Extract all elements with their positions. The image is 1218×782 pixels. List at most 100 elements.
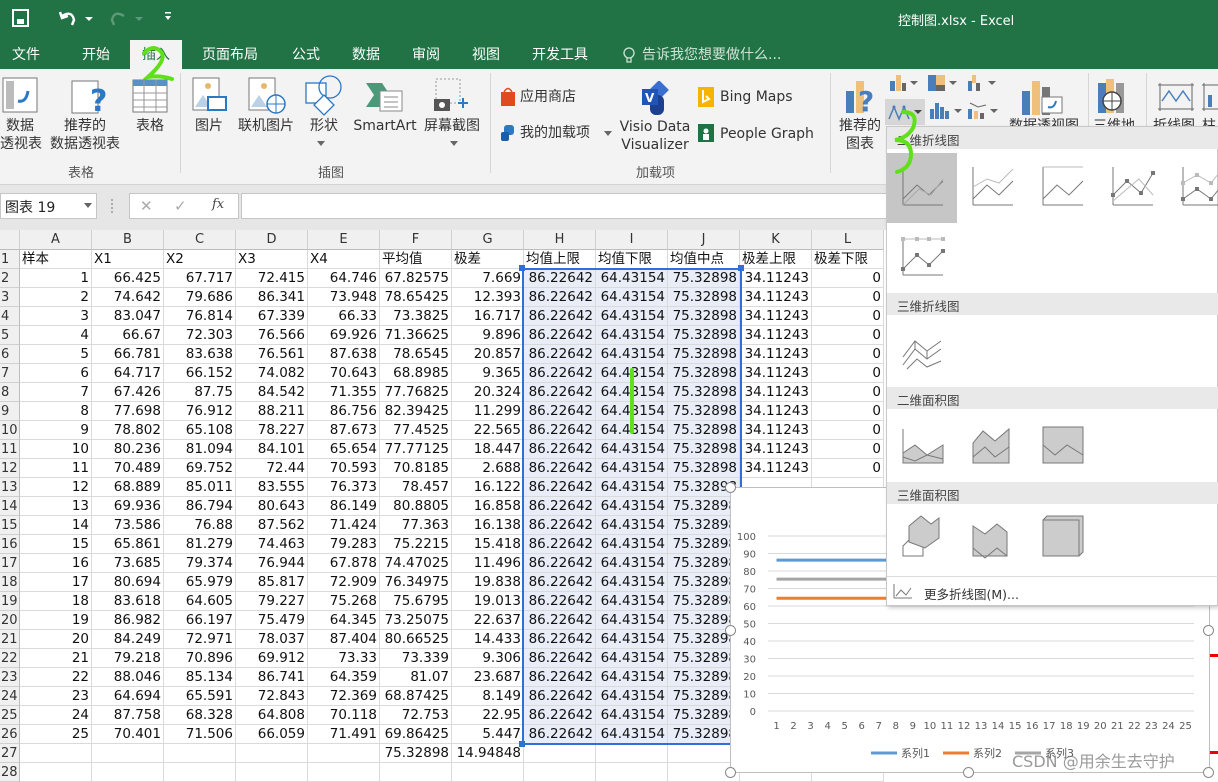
- table-cell[interactable]: 65.591: [164, 687, 236, 706]
- pictures-button[interactable]: 图片: [188, 117, 230, 135]
- table-cell[interactable]: 64.345: [308, 611, 380, 630]
- row-header[interactable]: 15: [0, 516, 20, 535]
- shapes-button[interactable]: 形状: [304, 117, 344, 135]
- table-cell[interactable]: 86.794: [164, 497, 236, 516]
- table-cell[interactable]: 64.43154: [596, 288, 668, 307]
- row-header[interactable]: 12: [0, 459, 20, 478]
- table-cell[interactable]: 64.746: [308, 269, 380, 288]
- table-cell[interactable]: 71.36625: [380, 326, 452, 345]
- table-cell[interactable]: 64.43154: [596, 326, 668, 345]
- table-cell[interactable]: 75.32898: [668, 402, 740, 421]
- table-cell[interactable]: 16.858: [452, 497, 524, 516]
- table-cell[interactable]: 66.152: [164, 364, 236, 383]
- table-cell[interactable]: 0: [812, 326, 884, 345]
- table-cell[interactable]: 79.283: [308, 535, 380, 554]
- table-cell[interactable]: 78.802: [92, 421, 164, 440]
- table-cell[interactable]: 72.753: [380, 706, 452, 725]
- header-cell[interactable]: 均值下限: [596, 250, 668, 269]
- table-cell[interactable]: 0: [812, 288, 884, 307]
- table-cell[interactable]: 76.944: [236, 554, 308, 573]
- more-line-charts-item[interactable]: 更多折线图(M)...: [887, 579, 1218, 605]
- table-cell[interactable]: 78.227: [236, 421, 308, 440]
- table-cell[interactable]: 75.32898: [668, 440, 740, 459]
- table-cell[interactable]: 86.22642: [524, 307, 596, 326]
- table-cell[interactable]: 66.33: [308, 307, 380, 326]
- table-cell[interactable]: 86.22642: [524, 478, 596, 497]
- table-cell[interactable]: 84.542: [236, 383, 308, 402]
- tab-data[interactable]: 数据: [352, 44, 380, 64]
- table-cell[interactable]: 0: [812, 421, 884, 440]
- row-header[interactable]: 27: [0, 744, 20, 763]
- table-cell[interactable]: 11.496: [452, 554, 524, 573]
- table-cell[interactable]: [236, 763, 308, 782]
- 2d-line-options[interactable]: [887, 149, 1218, 299]
- table-cell[interactable]: 86.22642: [524, 535, 596, 554]
- table-cell[interactable]: 86.22642: [524, 383, 596, 402]
- table-cell[interactable]: 79.227: [236, 592, 308, 611]
- table-cell[interactable]: 8: [20, 402, 92, 421]
- table-cell[interactable]: 64.43154: [596, 307, 668, 326]
- table-cell[interactable]: 13: [20, 497, 92, 516]
- row-header[interactable]: 22: [0, 649, 20, 668]
- table-cell[interactable]: 23: [20, 687, 92, 706]
- row-header[interactable]: 10: [0, 421, 20, 440]
- table-cell[interactable]: [164, 763, 236, 782]
- column-header-C[interactable]: C: [164, 230, 236, 250]
- table-cell[interactable]: 22.565: [452, 421, 524, 440]
- table-cell[interactable]: 86.341: [236, 288, 308, 307]
- 3d-area-options[interactable]: [887, 512, 1218, 572]
- row-header[interactable]: 8: [0, 383, 20, 402]
- resize-handle[interactable]: [725, 767, 736, 778]
- cancel-icon[interactable]: ✕: [140, 197, 153, 215]
- header-cell[interactable]: 均值上限: [524, 250, 596, 269]
- tab-review[interactable]: 审阅: [412, 44, 440, 64]
- resize-handle[interactable]: [1203, 767, 1214, 778]
- table-cell[interactable]: 86.22642: [524, 706, 596, 725]
- table-cell[interactable]: 86.22642: [524, 440, 596, 459]
- table-cell[interactable]: 69.86425: [380, 725, 452, 744]
- row-header[interactable]: 3: [0, 288, 20, 307]
- table-cell[interactable]: 76.912: [164, 402, 236, 421]
- table-cell[interactable]: 0: [812, 383, 884, 402]
- table-cell[interactable]: 78.037: [236, 630, 308, 649]
- table-cell[interactable]: 86.22642: [524, 421, 596, 440]
- table-cell[interactable]: 75.32898: [668, 459, 740, 478]
- table-cell[interactable]: 64.43154: [596, 440, 668, 459]
- table-cell[interactable]: 70.489: [92, 459, 164, 478]
- table-cell[interactable]: 72.44: [236, 459, 308, 478]
- row-header[interactable]: 9: [0, 402, 20, 421]
- column-header-I[interactable]: I: [596, 230, 668, 250]
- table-cell[interactable]: 67.426: [92, 383, 164, 402]
- table-cell[interactable]: 66.781: [92, 345, 164, 364]
- table-cell[interactable]: 86.22642: [524, 630, 596, 649]
- table-cell[interactable]: 0: [812, 402, 884, 421]
- table-cell[interactable]: 64.43154: [596, 459, 668, 478]
- table-cell[interactable]: 19.013: [452, 592, 524, 611]
- row-header[interactable]: 17: [0, 554, 20, 573]
- table-cell[interactable]: 77.4525: [380, 421, 452, 440]
- table-cell[interactable]: 9: [20, 421, 92, 440]
- table-cell[interactable]: 86.22642: [524, 725, 596, 744]
- table-cell[interactable]: 64.43154: [596, 725, 668, 744]
- recommended-pivot-button[interactable]: 推荐的 数据透视表: [45, 117, 125, 153]
- table-cell[interactable]: 86.22642: [524, 516, 596, 535]
- table-cell[interactable]: 70.896: [164, 649, 236, 668]
- row-header[interactable]: 4: [0, 307, 20, 326]
- column-header-F[interactable]: F: [380, 230, 452, 250]
- table-cell[interactable]: 75.479: [236, 611, 308, 630]
- table-cell[interactable]: 34.11243: [740, 421, 812, 440]
- table-cell[interactable]: 7.669: [452, 269, 524, 288]
- name-box[interactable]: 图表 19: [0, 193, 97, 219]
- table-cell[interactable]: 34.11243: [740, 440, 812, 459]
- header-cell[interactable]: 极差: [452, 250, 524, 269]
- table-cell[interactable]: [92, 763, 164, 782]
- table-cell[interactable]: 76.88: [164, 516, 236, 535]
- table-cell[interactable]: 20.857: [452, 345, 524, 364]
- row-header[interactable]: 28: [0, 763, 20, 782]
- recommended-charts-button[interactable]: 推荐的 图表: [834, 117, 886, 153]
- insert-function-icon[interactable]: fx: [212, 197, 224, 212]
- row-header[interactable]: 19: [0, 592, 20, 611]
- table-cell[interactable]: 86.22642: [524, 668, 596, 687]
- table-cell[interactable]: [596, 744, 668, 763]
- table-cell[interactable]: 83.638: [164, 345, 236, 364]
